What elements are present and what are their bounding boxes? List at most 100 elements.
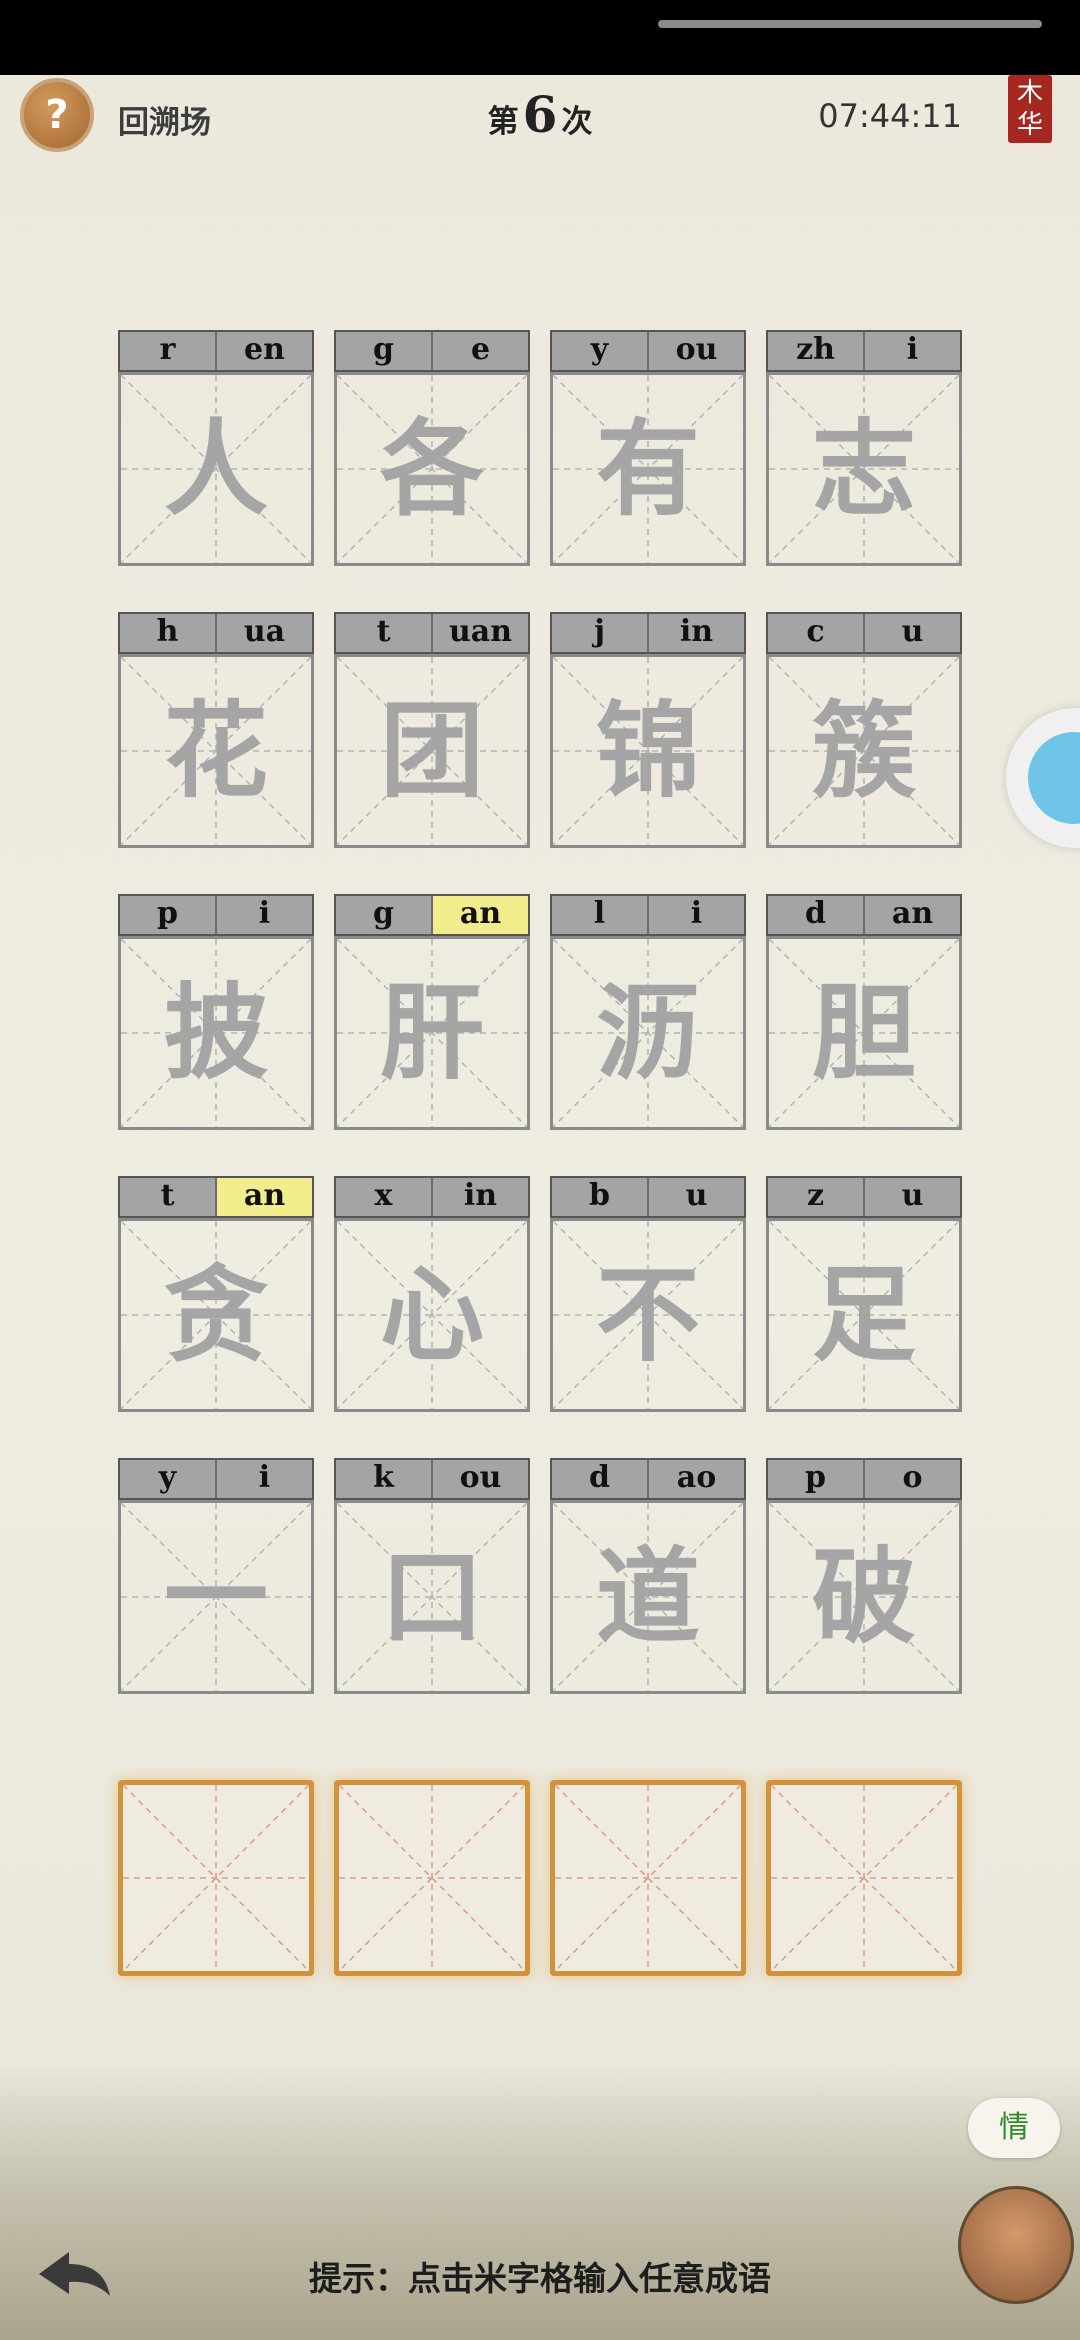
char-card[interactable]: ge 各 — [334, 330, 530, 566]
seal-logo: 木 华 — [1008, 75, 1052, 143]
char-card[interactable]: pi 披 — [118, 894, 314, 1130]
side-compass-button[interactable] — [1006, 708, 1080, 848]
char-box: 人 — [118, 372, 314, 566]
pinyin-bar: cu — [766, 612, 962, 654]
char-box: 沥 — [550, 936, 746, 1130]
char-box: 肝 — [334, 936, 530, 1130]
answer-slot[interactable] — [766, 1780, 962, 1976]
hanzi-char: 各 — [379, 408, 484, 530]
seal-char-1: 木 — [1016, 78, 1043, 108]
char-box: 花 — [118, 654, 314, 848]
pinyin-final: ou — [647, 332, 744, 370]
pinyin-initial: k — [373, 1460, 394, 1495]
compass-icon — [1028, 732, 1080, 824]
pinyin-initial: p — [157, 896, 178, 931]
pinyin-final: u — [863, 614, 960, 652]
pinyin-final: en — [215, 332, 312, 370]
pinyin-final: in — [431, 1178, 528, 1216]
char-card[interactable]: li沥 — [550, 894, 746, 1130]
hanzi-char: 足 — [811, 1254, 916, 1376]
pinyin-final: in — [647, 614, 744, 652]
hanzi-char: 簇 — [811, 690, 916, 812]
hanzi-char: 胆 — [811, 972, 916, 1094]
pinyin-bar: k ou — [334, 1458, 530, 1500]
char-card[interactable]: t uan 团 — [334, 612, 530, 848]
pinyin-bar: d an — [766, 894, 962, 936]
pinyin-bar: zh i — [766, 330, 962, 372]
rice-grid-lines — [122, 1784, 310, 1972]
char-box: 道 — [550, 1500, 746, 1694]
char-card[interactable]: k ou 口 — [334, 1458, 530, 1694]
char-box: 簇 — [766, 654, 962, 848]
char-box: 志 — [766, 372, 962, 566]
speech-bubble[interactable]: 情 — [968, 2098, 1060, 2158]
char-card[interactable]: h ua 花 — [118, 612, 314, 848]
pinyin-initial: c — [806, 614, 825, 649]
hanzi-char: 肝 — [379, 972, 484, 1094]
char-card[interactable]: y ou 有 — [550, 330, 746, 566]
char-card[interactable]: j in 锦 — [550, 612, 746, 848]
char-box: 贪 — [118, 1218, 314, 1412]
char-card[interactable]: r en 人 — [118, 330, 314, 566]
pinyin-final: an — [215, 1178, 312, 1216]
char-box: 破 — [766, 1500, 962, 1694]
answer-slot[interactable] — [550, 1780, 746, 1976]
rice-grid-lines — [770, 1784, 958, 1972]
pinyin-final: i — [647, 896, 744, 934]
char-card[interactable]: x in 心 — [334, 1176, 530, 1412]
hanzi-char: 披 — [163, 972, 268, 1094]
char-card[interactable]: cu簇 — [766, 612, 962, 848]
timer: 07:44:11 — [818, 97, 962, 135]
char-card[interactable]: t an 贪 — [118, 1176, 314, 1412]
char-card[interactable]: d an 胆 — [766, 894, 962, 1130]
round-prefix: 第 — [487, 104, 519, 140]
pinyin-bar: li — [550, 894, 746, 936]
pinyin-bar: t an — [118, 1176, 314, 1218]
pinyin-bar: pi — [118, 894, 314, 936]
char-box: 各 — [334, 372, 530, 566]
hanzi-char: 团 — [379, 690, 484, 812]
pinyin-final: e — [431, 332, 528, 370]
hanzi-char: 一 — [163, 1536, 268, 1658]
pinyin-bar: h ua — [118, 612, 314, 654]
pinyin-bar: d ao — [550, 1458, 746, 1500]
pinyin-bar: ge — [334, 330, 530, 372]
hanzi-char: 花 — [163, 690, 268, 812]
hanzi-char: 破 — [811, 1536, 916, 1658]
pinyin-initial: j — [594, 614, 605, 649]
char-card[interactable]: g an 肝 — [334, 894, 530, 1130]
char-card[interactable]: zh i 志 — [766, 330, 962, 566]
pinyin-bar: t uan — [334, 612, 530, 654]
character-avatar[interactable] — [958, 2186, 1074, 2304]
pinyin-bar: yi — [118, 1458, 314, 1500]
pinyin-final: i — [863, 332, 960, 370]
hanzi-char: 有 — [595, 408, 700, 530]
rice-grid-lines — [338, 1784, 526, 1972]
pinyin-bar: zu — [766, 1176, 962, 1218]
hanzi-char: 贪 — [163, 1254, 268, 1376]
pinyin-bar: j in — [550, 612, 746, 654]
char-box: 不 — [550, 1218, 746, 1412]
hanzi-char: 心 — [379, 1254, 484, 1376]
char-box: 足 — [766, 1218, 962, 1412]
char-card[interactable]: po破 — [766, 1458, 962, 1694]
pinyin-initial: y — [158, 1460, 177, 1495]
char-card[interactable]: zu 足 — [766, 1176, 962, 1412]
answer-slot[interactable] — [334, 1780, 530, 1976]
round-suffix: 次 — [561, 104, 593, 140]
pinyin-final: i — [215, 1460, 312, 1498]
char-box: 锦 — [550, 654, 746, 848]
seal-char-2: 华 — [1016, 110, 1043, 140]
char-card[interactable]: yi一 — [118, 1458, 314, 1694]
pinyin-initial: x — [374, 1178, 393, 1213]
char-box: 团 — [334, 654, 530, 848]
answer-slot[interactable] — [118, 1780, 314, 1976]
char-box: 心 — [334, 1218, 530, 1412]
hanzi-char: 口 — [379, 1536, 484, 1658]
char-card[interactable]: bu不 — [550, 1176, 746, 1412]
char-box: 一 — [118, 1500, 314, 1694]
pinyin-final: ua — [215, 614, 312, 652]
pinyin-final: ao — [647, 1460, 744, 1498]
char-card[interactable]: d ao 道 — [550, 1458, 746, 1694]
char-box: 胆 — [766, 936, 962, 1130]
